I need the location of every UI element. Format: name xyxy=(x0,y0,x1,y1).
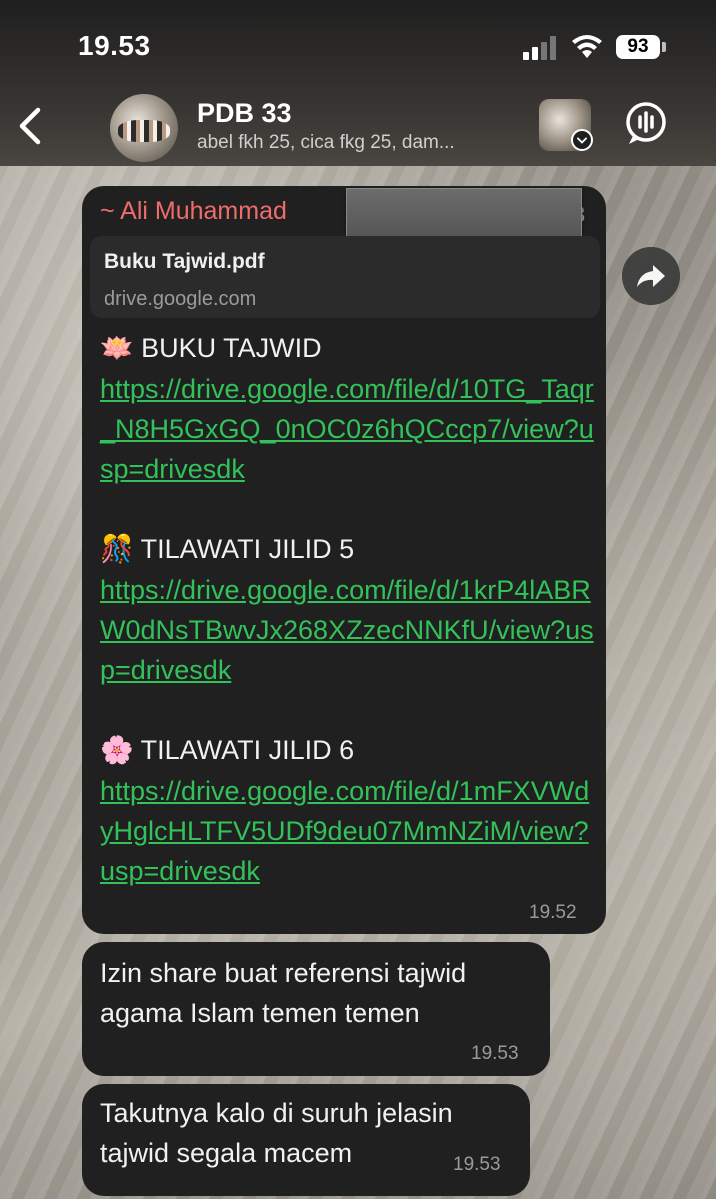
group-avatar[interactable] xyxy=(110,94,178,162)
message-time: 19.52 xyxy=(529,902,577,923)
section-heading: 🎊 TILAWATI JILID 5 xyxy=(100,534,355,565)
battery-tip xyxy=(662,42,666,52)
message-bubble[interactable]: Takutnya kalo di suruh jelasin tajwid se… xyxy=(82,1084,530,1196)
confetti-icon: 🎊 xyxy=(100,534,134,565)
link-preview-card[interactable]: Buku Tajwid.pdf drive.google.com xyxy=(90,236,600,318)
message-bubble[interactable]: ~ Ali Muhammad 3 Buku Tajwid.pdf drive.g… xyxy=(82,186,606,934)
message-time: 19.53 xyxy=(453,1154,501,1175)
chat-participants[interactable]: abel fkh 25, cica fkg 25, dam... xyxy=(197,132,455,154)
forward-icon[interactable] xyxy=(622,247,680,305)
chat-title[interactable]: PDB 33 xyxy=(197,98,292,129)
message-text: 🪷 BUKU TAJWID https://drive.google.com/f… xyxy=(100,328,594,891)
section-heading: 🪷 BUKU TAJWID xyxy=(100,333,322,364)
link-preview-domain: drive.google.com xyxy=(104,288,257,310)
link-preview-title: Buku Tajwid.pdf xyxy=(104,250,265,273)
chevron-down-icon[interactable] xyxy=(571,129,593,151)
drive-link[interactable]: https://drive.google.com/file/d/1mFXVWdy… xyxy=(100,771,594,891)
sender-name[interactable]: ~ Ali Muhammad xyxy=(100,197,287,226)
drive-link[interactable]: https://drive.google.com/file/d/1krP4lAB… xyxy=(100,570,594,690)
voice-chat-icon[interactable] xyxy=(623,101,669,147)
lotus-icon: 🪷 xyxy=(100,333,134,364)
cellular-signal-icon xyxy=(523,36,559,60)
message-text-line: Takutnya kalo di suruh jelasin xyxy=(100,1098,453,1128)
message-bubble[interactable]: Izin share buat referensi tajwid agama I… xyxy=(82,942,550,1076)
status-time: 19.53 xyxy=(78,30,151,61)
chat-header: 19.53 93 PDB 33 abel fkh 25, cica fkg 25… xyxy=(0,0,716,166)
drive-link[interactable]: https://drive.google.com/file/d/10TG_Taq… xyxy=(100,369,594,489)
back-chevron-icon[interactable] xyxy=(14,106,46,146)
message-text-line: tajwid segala macem xyxy=(100,1138,353,1168)
message-text-line: agama Islam temen temen xyxy=(100,998,420,1028)
battery-indicator: 93 xyxy=(616,35,660,59)
wifi-icon xyxy=(572,35,602,58)
blossom-icon: 🌸 xyxy=(100,735,134,766)
message-time: 19.53 xyxy=(471,1043,519,1064)
message-text-line: Izin share buat referensi tajwid xyxy=(100,958,467,988)
section-heading: 🌸 TILAWATI JILID 6 xyxy=(100,735,355,766)
